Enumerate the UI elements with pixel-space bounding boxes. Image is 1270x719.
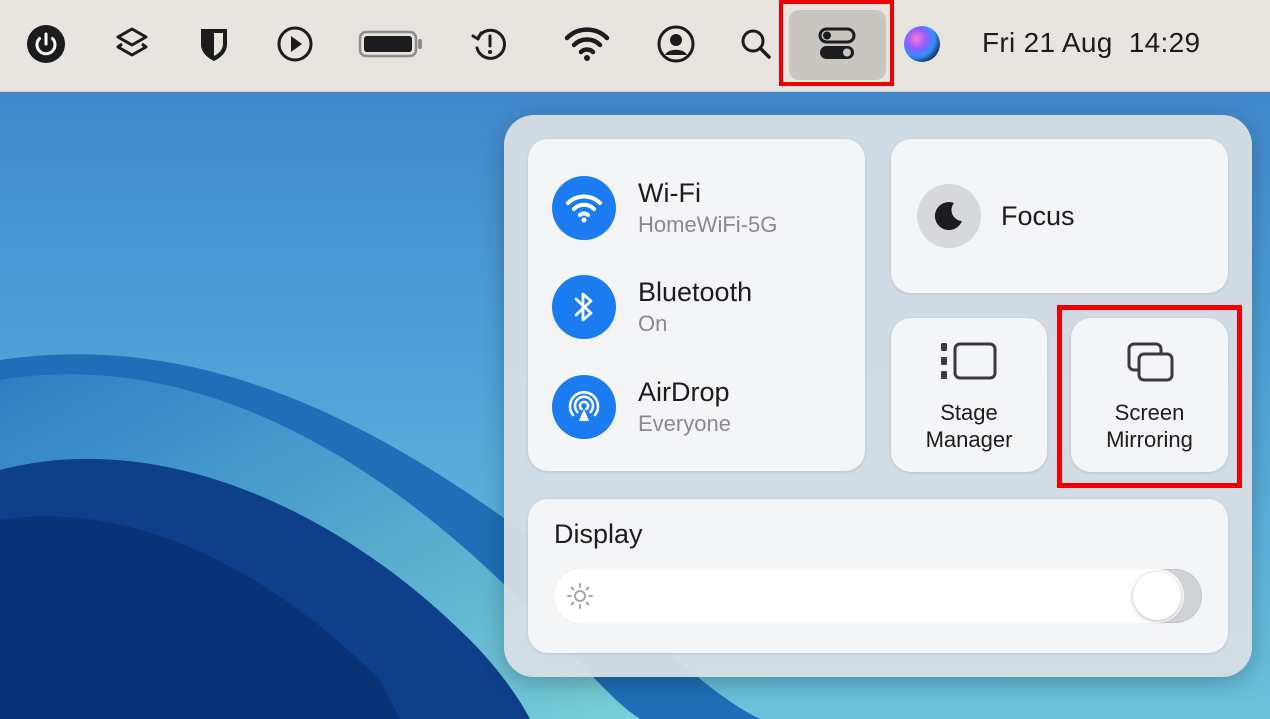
wifi-title: Wi-Fi (638, 178, 701, 208)
wifi-network-name: HomeWiFi-5G (638, 212, 778, 237)
bluetooth-status: On (638, 311, 668, 336)
bluetooth-icon[interactable] (552, 275, 616, 339)
stage-manager-label-line2: Manager (925, 427, 1013, 452)
play-icon[interactable] (273, 22, 317, 66)
display-title: Display (554, 519, 643, 549)
sun-icon (567, 583, 593, 609)
display-tile: Display (528, 499, 1228, 653)
siri-icon[interactable] (904, 26, 940, 62)
brightness-slider-fill (554, 569, 1185, 623)
wifi-icon[interactable] (552, 176, 616, 240)
wifi-toggle[interactable]: Wi-Fi HomeWiFi-5G (552, 175, 777, 241)
stage-manager-icon (939, 341, 999, 386)
screen-mirroring-highlight (1057, 305, 1242, 488)
focus-label: Focus (1001, 200, 1075, 231)
airdrop-toggle[interactable]: AirDrop Everyone (552, 374, 731, 440)
brightness-slider-knob[interactable] (1133, 572, 1182, 620)
airdrop-title: AirDrop (638, 377, 730, 407)
control-center-highlight (779, 0, 894, 86)
battery-icon[interactable] (358, 22, 424, 66)
stage-manager-label-line1: Stage (940, 400, 998, 425)
bitwarden-shield-icon[interactable] (192, 22, 236, 66)
network-tile: Wi-Fi HomeWiFi-5G Bluetooth On AirDrop E… (528, 139, 865, 471)
moon-icon (917, 184, 981, 248)
power-icon[interactable] (24, 22, 68, 66)
search-icon[interactable] (734, 22, 778, 66)
time-machine-icon[interactable] (468, 22, 512, 66)
focus-tile[interactable]: Focus (891, 139, 1228, 293)
bluetooth-title: Bluetooth (638, 277, 753, 307)
wifi-icon[interactable] (563, 22, 611, 66)
stage-manager-button[interactable]: Stage Manager (891, 318, 1047, 472)
menu-bar: Fri 21 Aug 14:29 (0, 0, 1270, 92)
shortcuts-icon[interactable] (110, 22, 154, 66)
airdrop-visibility: Everyone (638, 411, 731, 436)
user-icon[interactable] (654, 22, 698, 66)
brightness-slider[interactable] (554, 569, 1202, 623)
menu-bar-clock[interactable]: Fri 21 Aug 14:29 (982, 27, 1200, 59)
airdrop-icon[interactable] (552, 375, 616, 439)
bluetooth-toggle[interactable]: Bluetooth On (552, 274, 752, 340)
